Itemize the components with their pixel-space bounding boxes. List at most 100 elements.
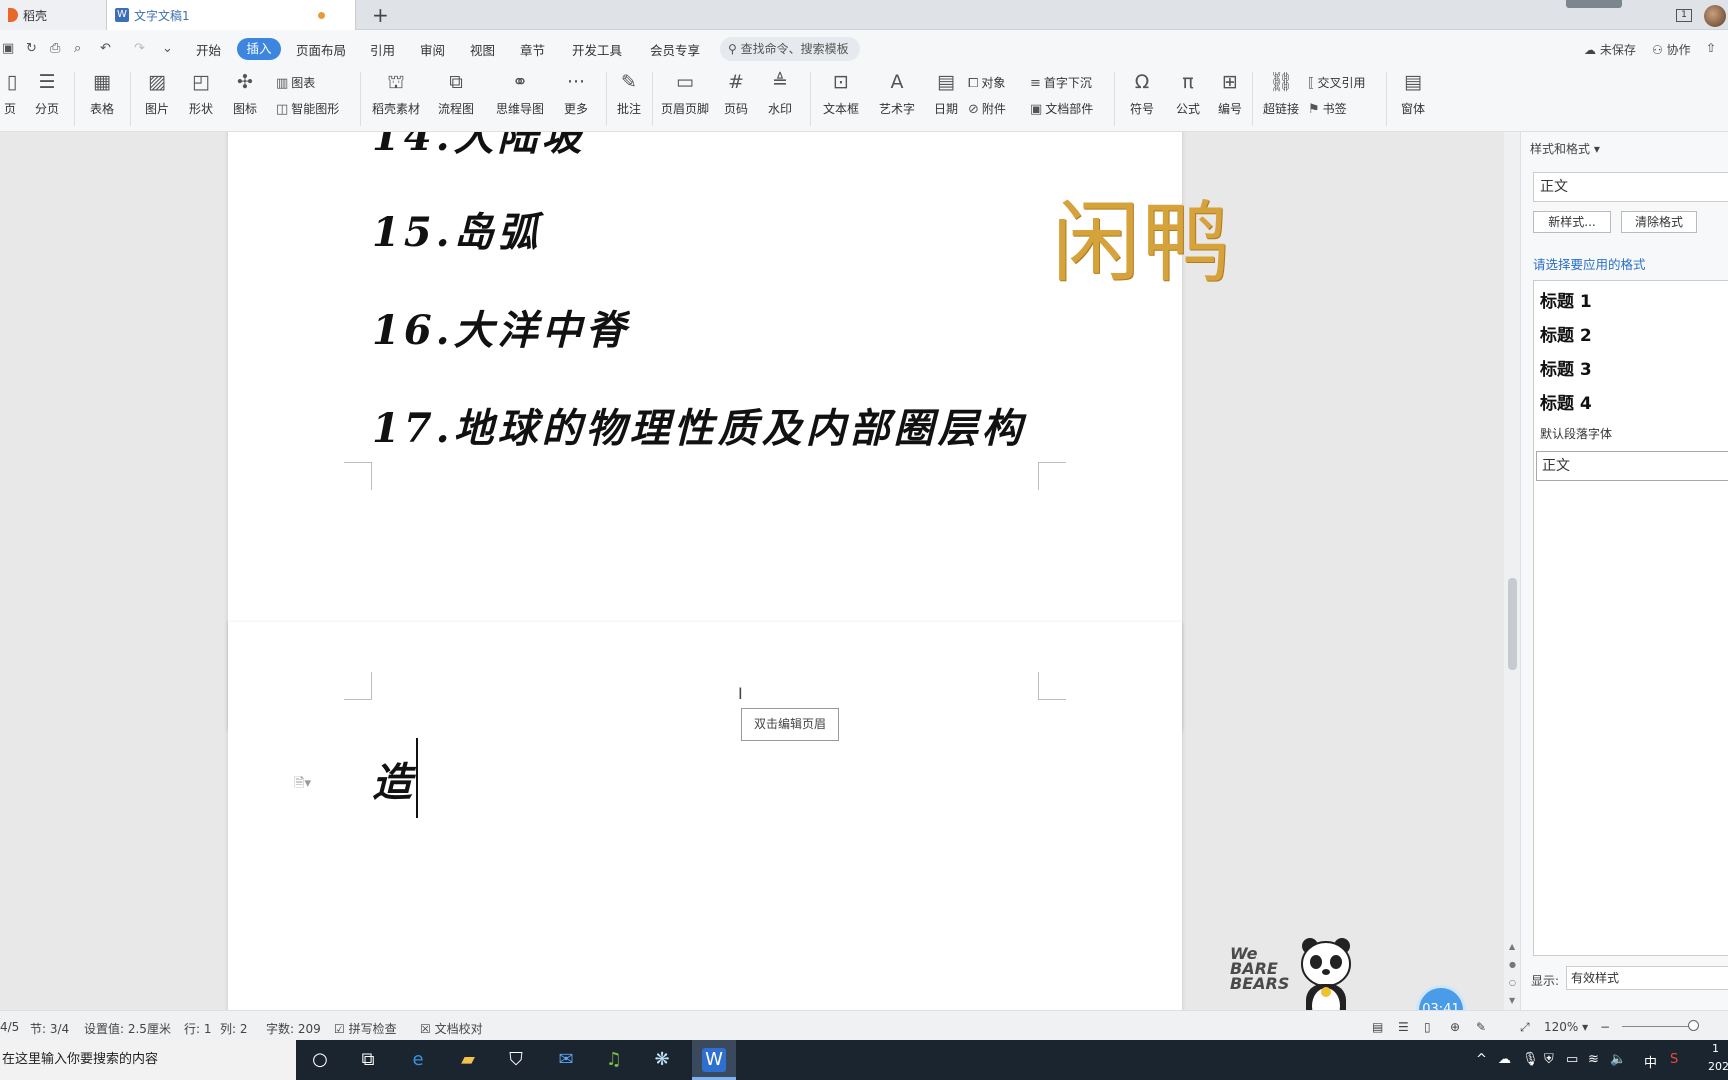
avatar[interactable] xyxy=(1704,5,1726,27)
zoom-slider-knob[interactable] xyxy=(1688,1020,1699,1031)
file-explorer-icon[interactable]: ▰ xyxy=(456,1048,480,1072)
outline-view-icon[interactable]: ☰ xyxy=(1398,1020,1409,1034)
vertical-scrollbar[interactable]: ▲ ● ○ ▼ xyxy=(1504,132,1520,1010)
battery-icon[interactable]: ▭ xyxy=(1566,1052,1578,1067)
style-normal[interactable]: 正文 xyxy=(1536,451,1728,481)
wps-writer-icon[interactable]: W xyxy=(702,1048,726,1072)
style-list[interactable]: 标题 1 标题 2 标题 3 标题 4 默认段落字体 正文 xyxy=(1533,280,1728,956)
web-view-icon[interactable]: ⊕ xyxy=(1450,1020,1460,1034)
task-view-icon[interactable]: ⧉ xyxy=(356,1048,380,1072)
clock-date[interactable]: 202 xyxy=(1708,1060,1728,1073)
window-grip[interactable] xyxy=(1566,0,1622,8)
menu-home[interactable]: 开始 xyxy=(196,40,221,59)
menu-chapter[interactable]: 章节 xyxy=(520,40,545,59)
page-number-button[interactable]: # 页码 xyxy=(718,70,754,117)
collab-button[interactable]: ⚇ 协作 xyxy=(1652,41,1691,58)
page-break-button[interactable]: ▯ 页 xyxy=(0,70,20,117)
paragraph-layout-icon[interactable]: 🗎▾ xyxy=(294,774,311,796)
menu-member[interactable]: 会员专享 xyxy=(650,40,700,59)
recording-timer[interactable]: 03:41 xyxy=(1419,988,1463,1010)
volume-icon[interactable]: 🔈 xyxy=(1610,1052,1626,1067)
window-counter[interactable]: 1 xyxy=(1676,9,1692,22)
edge-icon[interactable]: e xyxy=(406,1048,430,1072)
pen-icon[interactable]: ✎ xyxy=(1476,1020,1486,1034)
status-setting[interactable]: 设置值: 2.5厘米 xyxy=(84,1020,171,1037)
formula-button[interactable]: π 公式 xyxy=(1168,70,1208,117)
style-heading-4[interactable]: 标题 4 xyxy=(1540,389,1592,414)
date-button[interactable]: ▤ 日期 xyxy=(930,70,962,117)
chart-button[interactable]: ▥ 图表 xyxy=(276,74,315,91)
style-heading-3[interactable]: 标题 3 xyxy=(1540,355,1592,380)
clear-format-button[interactable]: 清除格式 xyxy=(1621,211,1697,233)
table-button[interactable]: ▦ 表格 xyxy=(84,70,120,117)
edit-header-hint[interactable]: 双击编辑页眉 xyxy=(741,708,839,741)
menu-layout[interactable]: 页面布局 xyxy=(296,40,346,59)
zoom-level[interactable]: 120% ▾ xyxy=(1544,1020,1588,1034)
smart-graphic-button[interactable]: ◫ 智能图形 xyxy=(276,100,339,117)
tab-docer[interactable]: 稻壳 xyxy=(0,0,106,30)
fit-window-icon[interactable]: ⤢ xyxy=(1520,1020,1530,1035)
picture-button[interactable]: ▨ 图片 xyxy=(140,70,174,117)
share-icon[interactable]: ⇧ xyxy=(1706,41,1716,55)
spell-check-toggle[interactable]: ☑ 拼写检查 xyxy=(334,1020,397,1037)
style-heading-1[interactable]: 标题 1 xyxy=(1540,287,1592,312)
save-icon[interactable]: ▣ xyxy=(2,41,14,56)
current-style-field[interactable]: 正文 xyxy=(1533,172,1728,202)
tray-expand-icon[interactable]: ^ xyxy=(1476,1052,1487,1067)
hyperlink-button[interactable]: ⛓ 超链接 xyxy=(1260,70,1302,117)
docparts-button[interactable]: ▣ 文档部件 xyxy=(1030,100,1093,117)
scroll-down-icon[interactable]: ▼ xyxy=(1509,996,1515,1005)
show-select[interactable]: 有效样式 xyxy=(1566,966,1728,990)
mindmap-button[interactable]: ⚭ 思维导图 xyxy=(490,70,550,117)
undo-icon[interactable]: ↶ xyxy=(100,41,111,56)
section-break-button[interactable]: ☰ 分页 xyxy=(28,70,66,117)
dropcap-button[interactable]: ≡ 首字下沉 xyxy=(1030,74,1092,91)
header-footer-button[interactable]: ▭ 页眉页脚 xyxy=(660,70,710,117)
read-view-icon[interactable]: ▯ xyxy=(1424,1020,1431,1034)
store-icon[interactable]: ⛉ xyxy=(504,1048,528,1072)
wps-tray-icon[interactable]: S xyxy=(1670,1052,1678,1067)
shield-icon[interactable]: ⛨ xyxy=(1544,1052,1554,1067)
menu-review[interactable]: 审阅 xyxy=(420,40,445,59)
new-style-button[interactable]: 新样式... xyxy=(1533,211,1611,233)
menu-references[interactable]: 引用 xyxy=(370,40,395,59)
document-line[interactable]: 造 xyxy=(372,750,416,808)
status-page[interactable]: 4/5 xyxy=(0,1020,19,1034)
wifi-icon[interactable]: ≋ xyxy=(1588,1052,1599,1067)
document-line[interactable]: 15.岛弧 xyxy=(372,200,542,258)
document-area[interactable]: 14.大陆坡 15.岛弧 16.大洋中脊 17.地球的物理性质及内部圈层构 双击… xyxy=(0,132,1504,1010)
style-default-font[interactable]: 默认段落字体 xyxy=(1540,425,1612,442)
style-heading-2[interactable]: 标题 2 xyxy=(1540,321,1592,346)
cortana-icon[interactable]: ○ xyxy=(308,1048,332,1072)
styles-panel-title[interactable]: 样式和格式 ▾ xyxy=(1530,140,1600,157)
flowchart-button[interactable]: ⧉ 流程图 xyxy=(432,70,480,117)
scroll-up-icon[interactable]: ▲ xyxy=(1509,942,1515,951)
status-words[interactable]: 字数: 209 xyxy=(266,1020,321,1037)
comment-button[interactable]: ✎ 批注 xyxy=(614,70,644,117)
bookmark-button[interactable]: ⚑ 书签 xyxy=(1308,100,1347,117)
page[interactable]: 双击编辑页眉 造 xyxy=(228,622,1182,1010)
microphone-icon[interactable]: 🎙 xyxy=(1522,1052,1539,1067)
docer-material-button[interactable]: ⛫ 稻壳素材 xyxy=(370,70,422,117)
object-button[interactable]: ⧠ 对象 xyxy=(968,74,1005,91)
document-line[interactable]: 17.地球的物理性质及内部圈层构 xyxy=(372,396,1026,454)
taskbar-search[interactable]: 在这里输入你要搜索的内容 xyxy=(0,1040,296,1080)
page-view-icon[interactable]: ▤ xyxy=(1372,1020,1383,1034)
watermark-button[interactable]: ≜ 水印 xyxy=(762,70,798,117)
menu-devtools[interactable]: 开发工具 xyxy=(572,40,622,59)
document-line[interactable]: 14.大陆坡 xyxy=(372,132,586,162)
clock-time[interactable]: 1 xyxy=(1712,1042,1719,1055)
zoom-out-icon[interactable]: − xyxy=(1600,1020,1610,1034)
export-icon[interactable]: ↻ xyxy=(26,41,37,56)
attachment-button[interactable]: ⊘ 附件 xyxy=(968,100,1006,117)
menu-view[interactable]: 视图 xyxy=(470,40,495,59)
document-line[interactable]: 16.大洋中脊 xyxy=(372,298,630,356)
menu-insert[interactable]: 插入 xyxy=(237,38,281,60)
onedrive-icon[interactable]: ☁ xyxy=(1498,1052,1511,1067)
scrollbar-thumb[interactable] xyxy=(1508,578,1517,670)
mail-icon[interactable]: ✉ xyxy=(554,1048,578,1072)
cloud-save-status[interactable]: ☁ 未保存 xyxy=(1584,41,1636,58)
textbox-button[interactable]: ⊡ 文本框 xyxy=(818,70,864,117)
more-button[interactable]: ··· 更多 xyxy=(558,70,594,117)
wordart-button[interactable]: A 艺术字 xyxy=(874,70,920,117)
